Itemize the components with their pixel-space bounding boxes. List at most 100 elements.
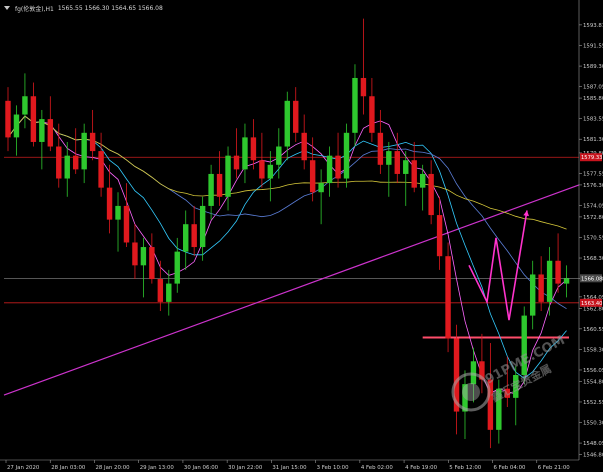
candle-body [47,119,54,147]
support-price-tag: 1563.40 [580,298,602,307]
forecast-arrows [468,210,529,321]
candle-body [386,151,392,165]
price-tick-label: 1574.05 [583,203,603,209]
resistance-price-tag-label: 1579.33 [581,155,602,161]
candle-body [106,187,113,220]
candle-body [191,224,197,248]
time-tick-label: 6 Feb 21:00 [538,465,571,471]
price-tick-label: 1570.55 [583,235,603,241]
resistance-price-tag: 1579.33 [580,153,602,162]
time-axis: 27 Jan 2020 28 Jan 03:00 28 Jan 20:00 29 Ja… [0,459,579,471]
price-tick-label: 1589.30 [583,64,603,70]
candle-body [81,132,87,170]
candle-body [496,388,502,430]
candle-body [233,155,240,170]
candle-body [352,77,358,133]
ohlc-values: 1565.55 1566.30 1564.65 1566.08 [57,4,163,12]
candle-body [56,146,62,179]
candle-body [267,164,274,179]
price-tick-label: 1585.80 [583,96,603,102]
chart-window[interactable]: 1593.81 1591.55 1589.30 1587.05 1585.80 1583.… [0,0,603,472]
support-price-tag-label: 1563.40 [581,301,602,307]
price-tick-label: 1558.30 [583,347,603,353]
candle-body [157,279,164,302]
price-tick-label: 1587.05 [583,85,603,91]
candle-body [369,96,375,133]
candle-body [208,173,214,206]
candle-body [284,100,290,147]
candle-body [428,173,434,216]
candle-body [445,256,451,339]
time-tick-label: 4 Feb 02:00 [361,465,394,471]
candle-body [436,215,443,257]
candle-body [403,160,409,174]
price-tick-label: 1546.80 [583,453,603,459]
candles [5,18,570,449]
candle-body [529,274,536,316]
candle-body [123,205,130,243]
candle-body [174,251,180,284]
candle-body [470,361,477,385]
price-tick-label: 1552.55 [583,400,603,406]
candle-body [276,146,282,165]
candle-body [487,379,494,430]
current-price-tag: 1566.08 [580,274,602,283]
price-tick-label: 1568.30 [583,256,603,262]
candle-body [521,315,527,376]
price-axis: 1593.81 1591.55 1589.30 1587.05 1585.80 1583.… [578,0,603,460]
candle-body [309,160,316,193]
candle-body [5,100,11,138]
price-tick-label: 1550.30 [583,421,603,427]
candle-body [30,96,37,142]
time-tick-label: 27 Jan 2020 [7,465,40,471]
price-chart[interactable]: 1593.81 1591.55 1589.30 1587.05 1585.80 1583.… [0,0,603,472]
chevron-down-icon[interactable] [3,4,11,12]
candle-body [242,137,248,170]
candle-body [140,247,147,266]
price-tick-label: 1572.80 [583,215,603,221]
forecast-path [468,210,528,321]
candle-body [479,361,485,380]
candle-body [555,260,561,284]
time-tick-label: 5 Feb 12:00 [449,465,482,471]
candle-body [13,114,20,138]
price-tick-label: 1593.81 [583,23,603,29]
time-tick-label: 3 Feb 10:00 [317,465,350,471]
candle-body [411,160,417,188]
candle-body [419,173,426,188]
symbol-label: fg(伦敦金),H1 [15,5,54,13]
price-tick-label: 1554.80 [583,379,603,385]
candle-body [98,151,104,188]
time-tick-label: 6 Feb 04:00 [494,465,527,471]
candle-body [199,205,206,248]
candle-body [64,155,70,179]
rising-trendline [3,184,580,396]
time-tick-label: 28 Jan 20:00 [95,465,130,471]
price-tick-label: 1562.80 [583,306,603,312]
price-tick-label: 1548.05 [583,441,603,447]
price-tick-label: 1583.55 [583,117,603,123]
candle-body [166,283,172,302]
candle-body [335,155,341,179]
price-tick-label: 1576.30 [583,183,603,189]
candle-body [326,155,333,184]
candle-body [343,132,350,179]
candle-body [453,338,460,412]
time-tick-label: 4 Feb 19:00 [405,465,438,471]
candle-body [149,247,155,280]
candle-body [89,132,96,152]
candle-body [293,100,299,133]
chart-title-row: fg(伦敦金),H1 1565.55 1566.30 1564.65 1566.… [3,2,163,14]
candle-body [115,205,121,220]
candle-body [546,260,553,302]
horizontal-lines [4,156,579,304]
current-price-tag-label: 1566.08 [581,276,602,282]
time-tick-label: 28 Jan 03:00 [51,465,86,471]
price-tick-label: 1577.55 [583,171,603,177]
candle-body [39,119,45,142]
time-tick-label: 31 Jan 15:00 [272,465,307,471]
candle-body [513,375,519,398]
time-tick-label: 29 Jan 13:00 [140,465,175,471]
candle-body [72,155,79,170]
candle-body [538,274,544,302]
